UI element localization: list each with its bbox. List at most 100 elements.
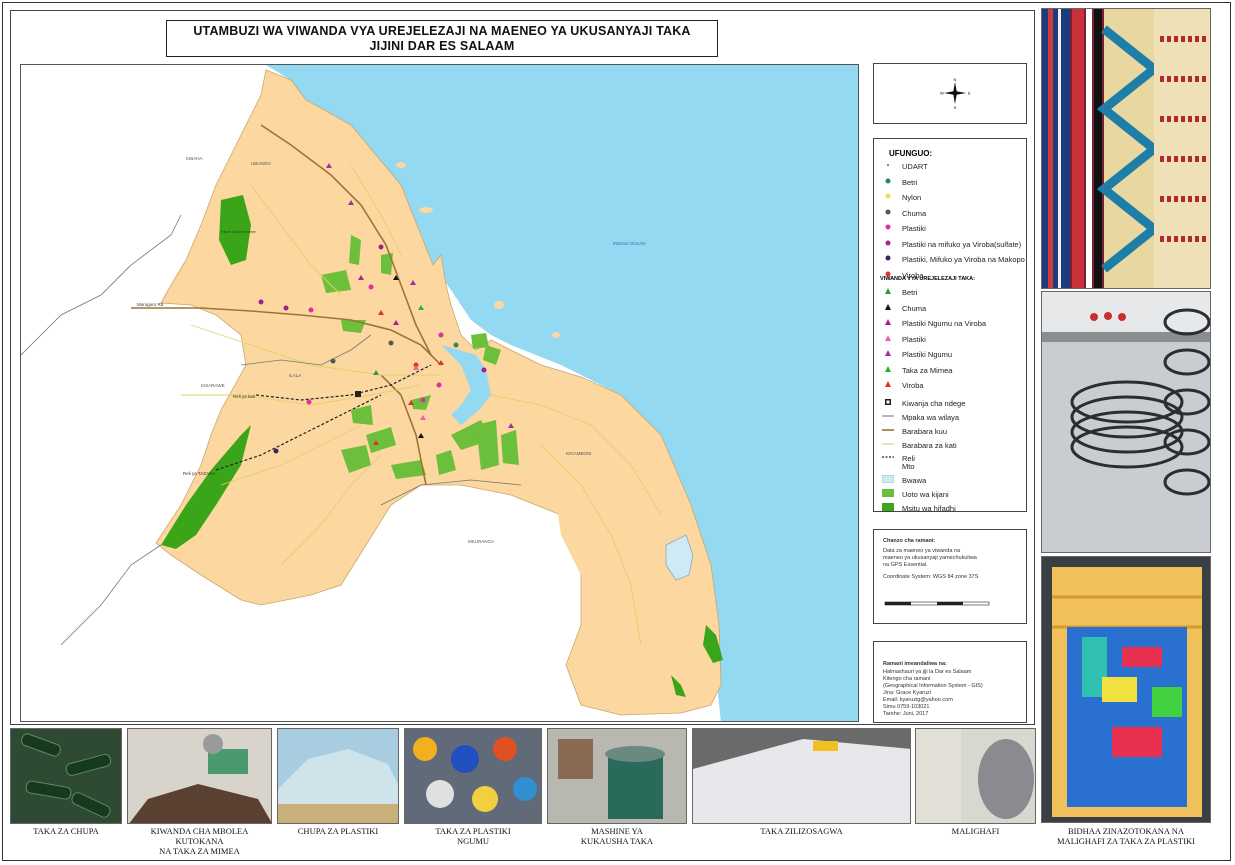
legend-title: UFUNGUO: [889, 149, 933, 158]
legend-label: Chuma [902, 208, 927, 218]
north-arrow-box: N S E W [873, 63, 1027, 124]
compass-w: W [940, 91, 944, 96]
source-heading: Chanzo cha ramani: [883, 538, 936, 544]
legend-dot-icon [882, 192, 894, 202]
airport-icon [355, 391, 361, 397]
legend-factory-item: Plastiki Ngumu [882, 349, 952, 359]
caption-glass-bottles: TAKA ZA CHUPA [33, 826, 99, 836]
legend-collection-item: Plastiki na mifuko ya Viroba(sulfate) [882, 239, 1021, 249]
caption-hard-plastics-2: NGUMU [456, 836, 490, 846]
island [552, 332, 560, 338]
label-kigamboni: KIGAMBONI [566, 451, 592, 456]
photo-glass-bottles [10, 728, 122, 824]
legend-triangle-icon [882, 303, 894, 313]
legend-other-item: Uoto wa kijani [882, 489, 949, 499]
label-reli-ya-kati: Reli ya kati [233, 394, 255, 399]
source-line-3: na GPS Essential. [883, 562, 928, 568]
photo-raw-material [915, 728, 1036, 824]
credits-line: Simu 0759-103021 [883, 704, 930, 710]
legend-label: Viroba [902, 381, 924, 390]
source-line-1: Data za maeneo ya viwanda na [883, 548, 961, 554]
photo-drying-machine [547, 728, 687, 824]
photo-hard-plastics [404, 728, 542, 824]
legend-factory-item: Viroba [882, 380, 924, 390]
boundary-line [882, 412, 894, 422]
credits-line: Halmashauri ya jiji la Dar es Salaam [883, 669, 972, 675]
legend-triangle-icon [882, 287, 894, 297]
minor-road-line [882, 440, 894, 450]
river-line [882, 461, 894, 471]
legend-other-item: Barabara za kati [882, 440, 957, 450]
scale-bar [884, 601, 990, 606]
legend-label: Plastiki Ngumu na Viroba [902, 319, 987, 328]
photo-wire-coils [1041, 291, 1211, 553]
credits-line: Jina: Grace Kyaruzi [883, 690, 931, 696]
dam-fill [881, 474, 895, 485]
compass-n: N [954, 77, 957, 82]
caption-compost-3: NA TAKA ZA MIMEA [159, 846, 240, 856]
map-panel: KIBAHA UBUNGO ILALA KISARAWE KIGAMBONI M… [20, 64, 859, 722]
main-road-line [882, 426, 894, 436]
credits-line: (Geographical Information System - GIS) [883, 683, 983, 689]
legend-label: Mto [902, 462, 915, 471]
label-morogoro-road: Morogoro Rd [137, 302, 164, 307]
source-line-2: maeneo ya ukusanyaji yamechukuliwa [883, 555, 977, 561]
legend-factories-title: VIWANDA VYA UREJELEZAJI TAKA: [880, 276, 975, 282]
forest-fill [882, 503, 894, 513]
legend-factory-item: Betri [882, 287, 917, 297]
legend-label: Uoto wa kijani [902, 490, 949, 499]
island [396, 162, 406, 168]
legend-factory-item: Taka za Mimea [882, 365, 952, 375]
legend-other-item: Bwawa [881, 474, 927, 485]
photo-shredded-waste [692, 728, 911, 824]
legend-collection-item: Plastiki [882, 223, 926, 233]
legend-triangle-icon [882, 349, 894, 359]
credits-line: Email: kyaruzig@yahoo.com [883, 697, 953, 703]
caption-compost: KIWANDA CHA MBOLEA KUTOKANA NA TAKA ZA M… [127, 826, 272, 856]
legend-label: Bwawa [902, 476, 927, 485]
legend-label: Msitu wa hifadhi [902, 504, 956, 513]
caption-raw-material: MALIGHAFI [951, 826, 1000, 836]
legend-label: Betri [902, 288, 918, 297]
legend-other-item: Kiwanja cha ndege [882, 398, 965, 408]
label-kibaha: KIBAHA [186, 156, 203, 161]
label-ocean: INDIAN OCEAN [613, 241, 646, 246]
airport-icon [882, 398, 894, 408]
photo-crate-brushes [1041, 556, 1211, 823]
legend-other-item: Mto [882, 461, 915, 471]
credits-box: Ramani imeandaliwa na: Halmashauri ya ji… [873, 641, 1027, 723]
legend-label: Barabara za kati [902, 441, 957, 450]
legend-label: Plastiki, Mifuko ya Viroba na Makopo [902, 255, 1025, 264]
compass-icon: N S E W [940, 77, 971, 110]
legend-collection-item: UDART [882, 161, 928, 171]
compass-s: S [954, 105, 957, 110]
legend-triangle-icon [882, 318, 894, 328]
photo-woven-mats [1041, 8, 1211, 289]
caption-products-1: BIDHAA ZINAZOTOKANA NA [1067, 826, 1184, 836]
label-reli-ya-tazara: Reli ya TAZARA [183, 471, 215, 476]
map-canvas: KIBAHA UBUNGO ILALA KISARAWE KIGAMBONI M… [21, 65, 858, 721]
label-ilala: ILALA [289, 373, 301, 378]
label-ubungo: UBUNGO [251, 161, 271, 166]
caption-products: BIDHAA ZINAZOTOKANA NA MALIGHAFI ZA TAKA… [1041, 826, 1211, 846]
caption-compost-1: KIWANDA CHA MBOLEA [150, 826, 249, 836]
legend-triangle-icon [882, 380, 894, 390]
legend-label: Plastiki [902, 334, 926, 344]
legend-label: Nylon [902, 193, 922, 202]
compass-e: E [968, 91, 971, 96]
legend-box: UFUNGUO: UDART Betri Nylon Chuma Plastiki Pla… [873, 138, 1027, 513]
caption-plastic-bottles: CHUPA ZA PLASTIKI [297, 826, 379, 836]
legend-label: Plastiki na mifuko ya Viroba(sulfate) [902, 239, 1022, 249]
legend-dot-icon [882, 177, 894, 187]
legend-triangle-icon [882, 334, 894, 344]
label-forest-reserve: Pande Game Reserve [221, 230, 256, 234]
caption-drying-machine: MASHINE YA KUKAUSHA TAKA [547, 826, 687, 846]
legend-other-item: Mpaka wa wilaya [882, 412, 959, 422]
legend-collection-item: Betri [882, 177, 917, 187]
photo-plastic-bottles [277, 728, 399, 824]
caption-compost-2: KUTOKANA [175, 836, 224, 846]
caption-hard-plastics-1: TAKA ZA PLASTIKI [435, 826, 511, 836]
legend-dot-icon [882, 254, 894, 264]
legend-other-item: Barabara kuu [882, 426, 947, 436]
credits-line: Kitengo cha ramani [883, 676, 931, 682]
